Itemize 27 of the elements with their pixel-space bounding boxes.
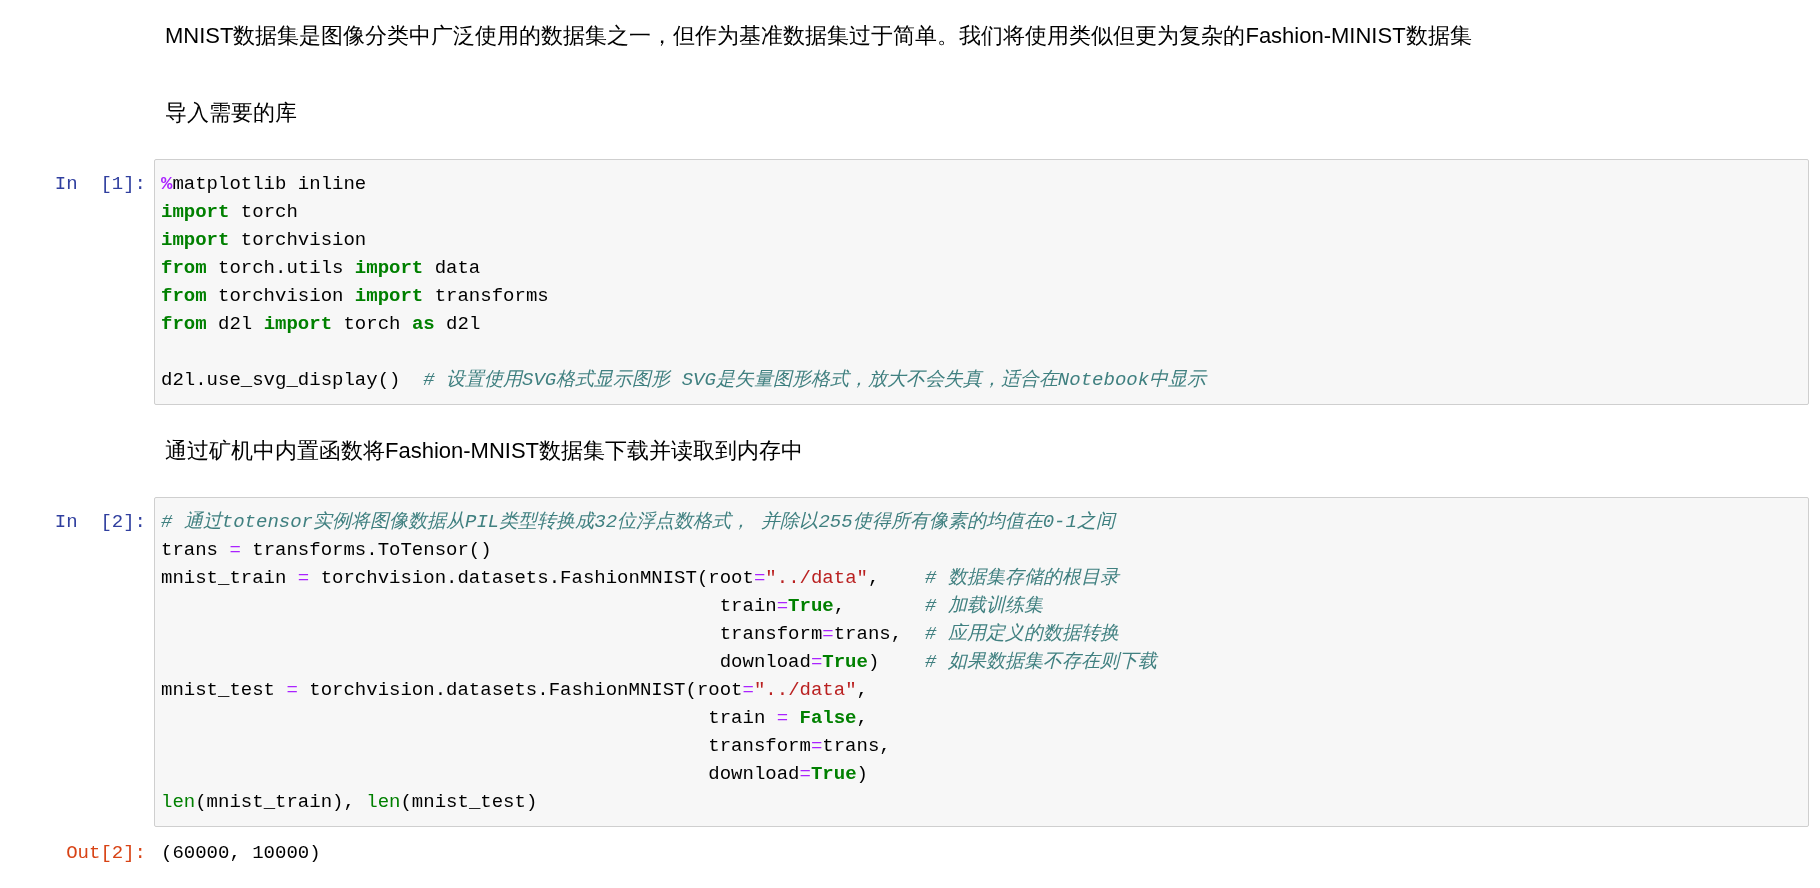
code-line: d2l.use_svg_display() # 设置使用SVG格式显示图形 SVG是矢量图形格式，放大不会失真，适合在Notebook中显示: [161, 368, 1209, 393]
code-line: trans = transforms.ToTensor(): [161, 538, 493, 563]
code-line: import torchvision: [161, 228, 368, 253]
markdown-text: 导入需要的库: [164, 99, 297, 127]
input-prompt: In [2]:: [54, 510, 146, 535]
code-line: download=True) # 如果数据集不存在则下载: [718, 650, 1160, 675]
markdown-text: MNIST数据集是图像分类中广泛使用的数据集之一，但作为基准数据集过于简单。我们将使用类似但更为复杂的Fashion-MINIST数据集: [164, 22, 1472, 50]
code-line: from torch.utils import data: [161, 256, 482, 281]
output-prompt: Out[2]:: [66, 841, 146, 866]
code-line: mnist_test = torchvision.datasets.FashionMNIST(root="../data",: [161, 678, 869, 703]
code-line: import torch: [161, 200, 299, 225]
code-line: transform=trans,: [707, 734, 892, 759]
code-line: train = False,: [707, 706, 869, 731]
code-cell[interactable]: [154, 159, 1809, 405]
code-line: train=True, # 加载训练集: [718, 594, 1044, 619]
input-prompt: In [1]:: [54, 172, 146, 197]
code-line: mnist_train = torchvision.datasets.FashionMNIST(root="../data", # 数据集存储的根目录: [161, 566, 1122, 591]
code-line: len(mnist_train), len(mnist_test): [161, 790, 539, 815]
code-line: from d2l import torch as d2l: [161, 312, 482, 337]
markdown-text: 通过矿机中内置函数将Fashion-MNIST数据集下载并读取到内存中: [164, 437, 804, 465]
code-line: from torchvision import transforms: [161, 284, 550, 309]
output-text: (60000, 10000): [160, 841, 321, 866]
code-line: download=True): [707, 762, 869, 787]
code-cell[interactable]: [154, 497, 1809, 827]
code-line: %matplotlib inline: [161, 172, 368, 197]
code-line: transform=trans, # 应用定义的数据转换: [718, 622, 1120, 647]
code-line: # 通过totensor实例将图像数据从PIL类型转换成32位浮点数格式， 并除以255使得所有像素的均值在0-1之间: [161, 510, 1118, 535]
